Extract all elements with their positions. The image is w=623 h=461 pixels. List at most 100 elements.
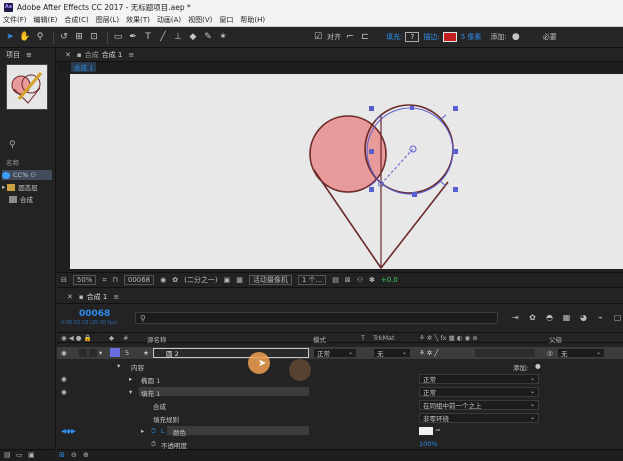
stroke-label[interactable]: 描边: (423, 32, 439, 42)
menu-view[interactable]: 视图(V) (188, 15, 212, 25)
layer-row[interactable]: ◉ ▾ 5 ★ 圆 2 正常 ⌄ 无 ⌄ ⚘ ✲ ╱ ◎ 无 ⌄ (57, 347, 623, 359)
solo-toggle-icon[interactable] (89, 349, 97, 357)
reset-exposure-icon[interactable]: ✽ (369, 276, 375, 284)
flowchart-icon[interactable]: ⚇ (30, 171, 36, 179)
grid-icon[interactable]: ⌗ (102, 276, 106, 285)
new-composition-icon[interactable]: ▣ (28, 451, 35, 459)
visibility-eye-icon[interactable]: ◉ (61, 349, 67, 357)
menu-edit[interactable]: 编辑(E) (34, 15, 58, 25)
fill-label[interactable]: 填充: (386, 32, 402, 42)
stroke-swatch[interactable] (442, 32, 457, 42)
panel-menu-icon[interactable]: ≡ (26, 51, 32, 59)
expand-triangle-icon[interactable]: ▾ (129, 388, 132, 396)
flowchart-icon[interactable]: ⚇ (357, 276, 363, 284)
close-tab-icon[interactable]: ✕ (65, 51, 71, 59)
views-dropdown[interactable]: 1 个... (297, 275, 327, 285)
property-row-fill[interactable]: ◉ ▾ 填充 1 正常 ⌄ (57, 386, 623, 398)
pen-tool-icon[interactable]: ✒ (127, 31, 139, 43)
zoom-dropdown[interactable]: 50% (72, 275, 97, 285)
composition-canvas[interactable] (70, 74, 623, 270)
rectangle-tool-icon[interactable]: ▭ (112, 31, 124, 43)
property-row-contents[interactable]: ▾ 内容 添加: ● (57, 360, 623, 372)
lock-icon[interactable]: ▪ (77, 51, 82, 59)
rotate-tool-icon[interactable]: ↺ (58, 31, 70, 43)
expand-switches-icon[interactable]: ⊝ (71, 451, 77, 459)
exposure-value[interactable]: +0.0 (381, 276, 398, 284)
snap-options-icon[interactable]: ⌐ (344, 31, 356, 43)
panel-menu-icon[interactable]: ≡ (113, 293, 119, 301)
timeline-search-input[interactable]: ⚲ (135, 312, 498, 324)
property-row-ellipse[interactable]: ◉ ▸ 椭圆 1 正常 ⌄ (57, 373, 623, 385)
layer-switches-icon[interactable]: ⚘ ✲ ╱ (419, 349, 438, 357)
shy-layers-icon[interactable]: ◓ (544, 312, 555, 323)
trkmat-dropdown[interactable]: 无 ⌄ (373, 348, 411, 358)
visibility-eye-icon[interactable]: ◉ (61, 375, 67, 383)
roto-brush-tool-icon[interactable]: ✎ (202, 31, 214, 43)
snap-checkbox-icon[interactable]: ☑ (312, 31, 324, 43)
layer-name-field[interactable]: 圆 2 (153, 348, 309, 358)
interpret-footage-icon[interactable]: ▤ (4, 451, 11, 459)
mask-icon[interactable]: ⊓ (112, 276, 117, 284)
project-item[interactable]: ▸ 固态层 (2, 182, 38, 192)
frame-blending-icon[interactable]: ▦ (561, 312, 572, 323)
menu-effect[interactable]: 效果(T) (126, 15, 150, 25)
layer-expand-icon[interactable]: ▾ (99, 349, 102, 357)
hand-tool-icon[interactable]: ✋ (19, 31, 31, 43)
column-source-header[interactable]: 源名称 (147, 334, 167, 344)
text-tool-icon[interactable]: T (142, 31, 154, 43)
expand-triangle-icon[interactable]: ▾ (117, 362, 120, 370)
menu-help[interactable]: 帮助(H) (240, 15, 265, 25)
project-item[interactable]: CC% ⚇ (2, 170, 52, 180)
disclosure-triangle-icon[interactable]: ▸ (2, 183, 5, 191)
fill-blend-dropdown[interactable]: 正常 ⌄ (419, 387, 539, 397)
workspace-essentials[interactable]: 必要 (543, 32, 557, 42)
blend-mode-dropdown[interactable]: 正常 ⌄ (313, 348, 357, 358)
camera-dropdown[interactable]: 活动摄像机 (248, 275, 292, 285)
eyedropper-icon[interactable]: ⊸ (435, 427, 440, 434)
timeline-tab[interactable]: 合成 1 (87, 292, 108, 302)
region-icon[interactable]: ⊟ (61, 276, 67, 284)
draft-3d-icon[interactable]: ✿ (527, 312, 538, 323)
brush-tool-icon[interactable]: ╱ (157, 31, 169, 43)
snap-edges-icon[interactable]: ⊏ (359, 31, 371, 43)
motion-blur-icon[interactable]: ◕ (578, 312, 589, 323)
expression-icon[interactable]: L (161, 427, 165, 435)
ellipse-blend-dropdown[interactable]: 正常 ⌄ (419, 374, 539, 384)
panel-menu-icon[interactable]: ≡ (128, 51, 134, 59)
snapshot-icon[interactable]: ◉ (160, 276, 166, 284)
project-search-icon[interactable]: ⚲ (9, 140, 16, 150)
current-time-display[interactable]: 00068 (123, 275, 155, 285)
brainstorm-icon[interactable]: ▢ (612, 312, 623, 323)
stroke-width[interactable]: 5 像素 (461, 32, 482, 42)
stopwatch-icon[interactable]: ⏱ (151, 440, 156, 449)
color-swatch[interactable] (419, 427, 433, 435)
composition-tab[interactable]: 合成 1 (102, 50, 123, 60)
stopwatch-icon[interactable]: ⏱ (151, 427, 156, 436)
project-item[interactable]: 合成 (9, 194, 33, 204)
toggle-modes-icon[interactable]: ⊕ (83, 451, 89, 459)
selection-tool-icon[interactable]: ➤ (4, 31, 16, 43)
fill-rule-dropdown[interactable]: 非零环绕 ⌄ (419, 413, 539, 423)
breadcrumb-item[interactable]: 合成 1 (71, 62, 97, 72)
project-tab[interactable]: 项目 ≡ (0, 49, 55, 61)
puppet-pin-tool-icon[interactable]: ✶ (217, 31, 229, 43)
audio-toggle-icon[interactable] (79, 349, 87, 357)
layer-label-color[interactable] (110, 348, 120, 357)
property-row-fill-rule[interactable]: 填充规则 非零环绕 ⌄ (57, 412, 623, 424)
clone-stamp-tool-icon[interactable]: ⊥ (172, 31, 184, 43)
property-row-composite[interactable]: 合成 在同组中前一个之上 ⌄ (57, 399, 623, 411)
column-mode-header[interactable]: 模式 (313, 334, 326, 344)
add-circle-icon[interactable]: ● (535, 362, 541, 370)
lock-icon[interactable]: ▪ (79, 293, 84, 301)
visibility-eye-icon[interactable]: ◉ (61, 388, 67, 396)
property-row-color[interactable]: ◀◆▶ ▸ ⏱ L 颜色 ⊸ (57, 425, 623, 437)
close-tab-icon[interactable]: ✕ (67, 293, 73, 301)
zoom-tool-icon[interactable]: ⚲ (34, 31, 46, 43)
fast-previews-icon[interactable]: ▤ (332, 276, 339, 284)
timeline-toggle-icon[interactable]: ⊠ (345, 276, 351, 284)
pick-whip-icon[interactable]: ◎ (547, 349, 553, 357)
menu-animation[interactable]: 动画(A) (157, 15, 181, 25)
timeline-timecode[interactable]: 00068 (79, 309, 110, 319)
column-parent-header[interactable]: 父级 (549, 334, 562, 344)
camera-tool-icon[interactable]: ⊞ (73, 31, 85, 43)
